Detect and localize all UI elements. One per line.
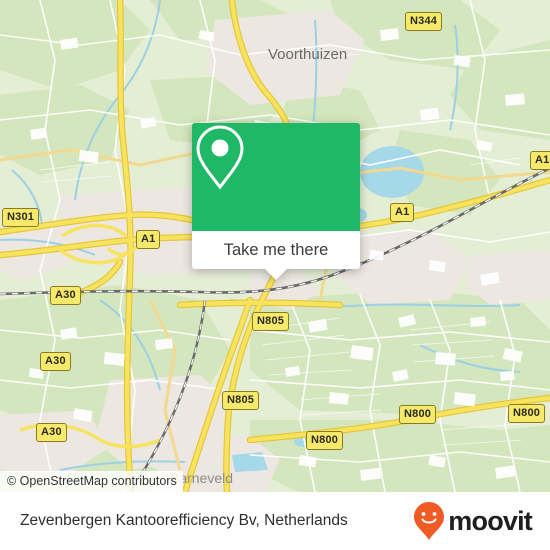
road-shield-n800-east[interactable]: N800 — [508, 404, 546, 423]
moovit-brand[interactable]: moovit — [412, 501, 533, 541]
road-shield-a30-south[interactable]: A30 — [36, 423, 67, 442]
take-me-there-label: Take me there — [223, 240, 329, 259]
road-shield-n344[interactable]: N344 — [405, 12, 443, 31]
popup-pointer-tail — [264, 268, 288, 280]
road-shield-n805-north[interactable]: N805 — [252, 312, 290, 331]
popup-header — [192, 123, 360, 231]
moovit-wordmark: moovit — [448, 505, 533, 536]
map-canvas[interactable]: Voorthuizen Barneveld N344 A1 N301 A1 A1… — [0, 0, 550, 492]
osm-attribution[interactable]: © OpenStreetMap contributors — [0, 471, 183, 492]
place-label-voorthuizen: Voorthuizen — [268, 46, 348, 63]
road-shield-a30-mid[interactable]: A30 — [40, 352, 71, 371]
road-shield-n800-south[interactable]: N800 — [306, 431, 344, 450]
location-title: Zevenbergen Kantoorefficiency Bv, Nether… — [20, 512, 348, 529]
map-screenshot: Voorthuizen Barneveld N344 A1 N301 A1 A1… — [0, 0, 550, 550]
destination-popup-card[interactable]: Take me there — [192, 123, 360, 280]
popup-footer[interactable]: Take me there — [192, 231, 360, 280]
road-shield-n301[interactable]: N301 — [2, 208, 40, 227]
moovit-pin-smile-icon — [414, 502, 445, 540]
road-shield-a1-west[interactable]: A1 — [136, 230, 161, 249]
road-shield-a30-north[interactable]: A30 — [50, 286, 81, 305]
map-pin-icon — [196, 125, 244, 190]
road-shield-n800-mid[interactable]: N800 — [399, 405, 437, 424]
road-shield-a1-east[interactable]: A1 — [530, 151, 550, 170]
road-shield-n805-south[interactable]: N805 — [222, 391, 260, 410]
bottom-info-bar: Zevenbergen Kantoorefficiency Bv, Nether… — [0, 492, 550, 550]
road-shield-a1-mid[interactable]: A1 — [390, 203, 415, 222]
